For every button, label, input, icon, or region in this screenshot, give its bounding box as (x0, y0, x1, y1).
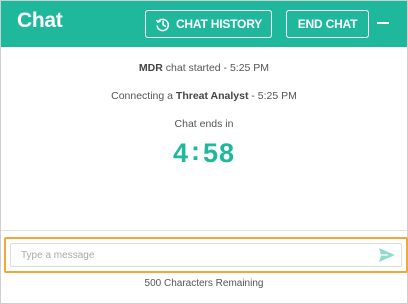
chat-title: Chat (17, 9, 63, 32)
send-icon[interactable] (378, 247, 396, 263)
chat-history-label: CHAT HISTORY (175, 17, 263, 31)
countdown-timer: 4:58 (1, 136, 407, 169)
analyst-role: Threat Analyst (175, 90, 249, 102)
chat-window: Chat CHAT HISTORY END CHAT MDR chat star… (0, 0, 408, 304)
chat-ends-label: Chat ends in (174, 118, 234, 130)
message-input[interactable] (21, 247, 361, 263)
end-chat-label: END CHAT (297, 17, 358, 31)
input-divider (1, 230, 407, 231)
chat-header: Chat CHAT HISTORY END CHAT (1, 1, 407, 47)
message-input-box (10, 243, 402, 267)
end-chat-button[interactable]: END CHAT (286, 10, 369, 38)
minimize-icon[interactable] (377, 22, 389, 24)
message-input-container (4, 237, 408, 273)
connecting-text: Connecting a (111, 90, 176, 102)
timer-separator: : (190, 136, 201, 166)
chat-started-text: chat started - 5:25 PM (162, 62, 270, 74)
connecting-message: Connecting a Threat Analyst - 5:25 PM (1, 90, 407, 102)
chat-history-button[interactable]: CHAT HISTORY (145, 10, 272, 38)
characters-remaining: 500 Characters Remaining (144, 278, 264, 289)
chat-started-message: MDR chat started - 5:25 PM (1, 62, 407, 74)
timer-seconds: 58 (202, 138, 236, 168)
connecting-time: - 5:25 PM (248, 90, 297, 102)
history-icon (155, 18, 169, 31)
service-name: MDR (138, 62, 163, 74)
timer-minutes: 4 (172, 138, 189, 168)
